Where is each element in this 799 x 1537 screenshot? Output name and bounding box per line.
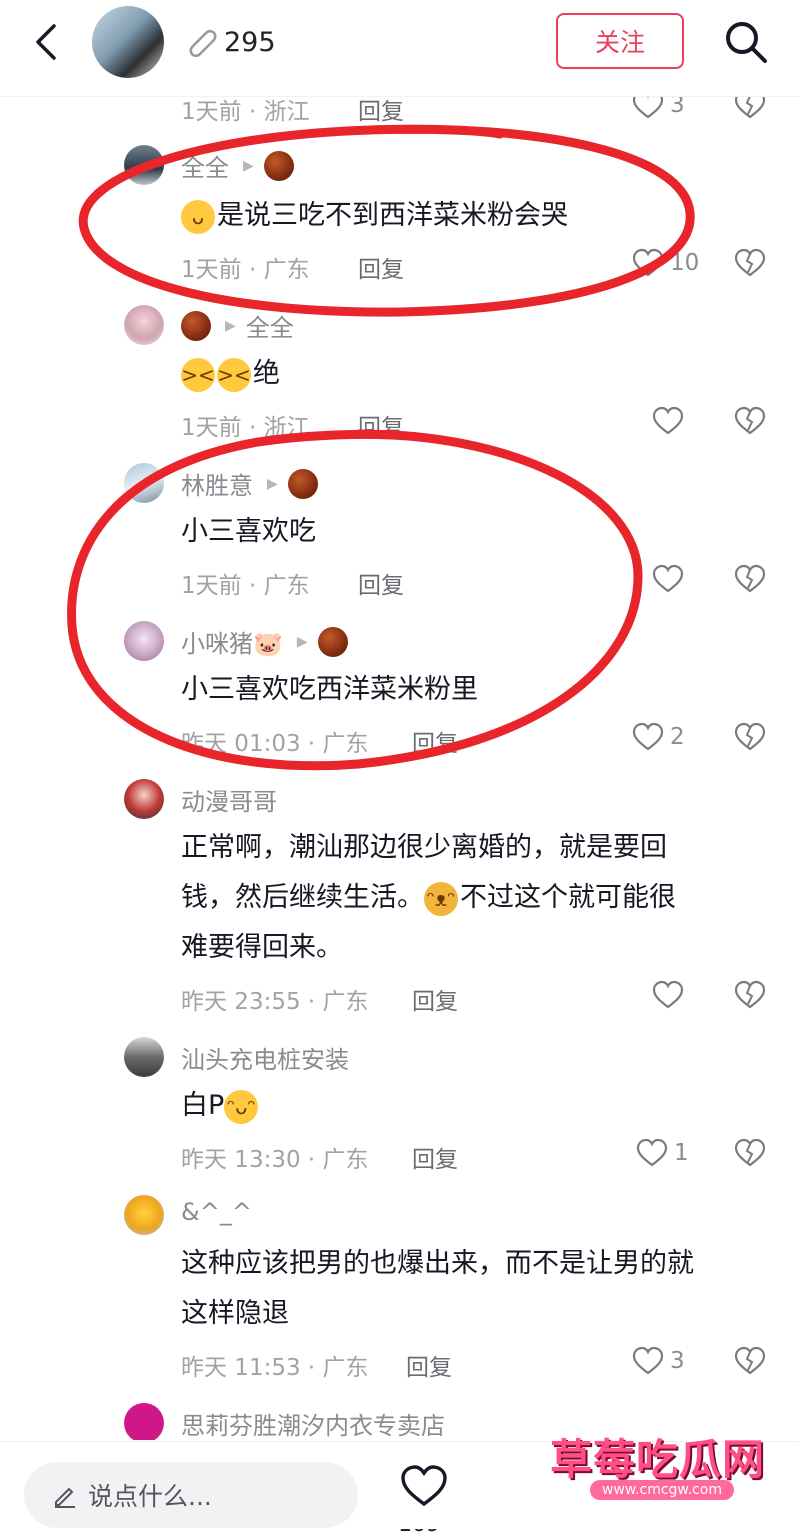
heart-icon [652, 564, 684, 593]
avatar[interactable] [124, 621, 164, 661]
clip-count: 295 [186, 22, 276, 62]
like-button[interactable] [652, 406, 690, 436]
username[interactable]: 汕头充电桩安装 [181, 1040, 349, 1075]
comment-input[interactable]: 说点什么... [24, 1462, 358, 1528]
dislike-icon[interactable] [734, 248, 766, 278]
crying-laughing-emoji-icon: >< [181, 357, 215, 392]
dislike-icon[interactable] [734, 1138, 766, 1168]
reply-button[interactable]: 回复 [358, 92, 404, 126]
comment-text: 小三喜欢吃 [181, 516, 316, 547]
like-button[interactable]: 2 [632, 722, 685, 752]
chestnut-icon [317, 626, 348, 657]
comment-text: 小三喜欢吃西洋菜米粉里 [181, 674, 478, 705]
avatar[interactable] [124, 145, 164, 185]
comment-text-line: 这种应该把男的也爆出来，而不是让男的就 [181, 1248, 694, 1279]
paperclip-icon [189, 29, 217, 58]
laughing-emoji-icon: ᴗ [181, 199, 215, 234]
smile-emoji-icon: ᵔᴗᵔ [224, 1089, 259, 1124]
heart-icon [652, 980, 684, 1009]
comment-text-line: 这样隐退 [181, 1298, 289, 1329]
heart-icon [652, 406, 684, 435]
dislike-icon[interactable] [734, 722, 766, 752]
like-count: 10 [670, 250, 700, 276]
comment-text-line: 正常啊，潮汕那边很少离婚的，就是要回 [181, 832, 667, 863]
pencil-icon [55, 1487, 75, 1508]
author-avatar[interactable] [92, 6, 164, 78]
comment-text-line: 难要得回来。 [181, 932, 343, 963]
watermark-logo: 草莓吃瓜网 www.cmcgw.com [550, 1435, 766, 1500]
reply-button[interactable]: 回复 [358, 250, 404, 284]
username[interactable]: &^_^ [181, 1198, 252, 1226]
reply-button[interactable]: 回复 [412, 982, 458, 1016]
like-button[interactable]: 1 [636, 1138, 689, 1168]
username[interactable]: 林胜意 ▶ [181, 466, 318, 501]
like-count: 1 [674, 1140, 689, 1166]
reply-button[interactable]: 回复 [412, 724, 458, 758]
dislike-icon[interactable] [734, 564, 766, 594]
search-icon[interactable] [722, 18, 770, 66]
comment-meta: 昨天 13:30 · 广东 [181, 1147, 369, 1173]
like-count: 3 [670, 1348, 685, 1374]
reply-button[interactable]: 回复 [358, 566, 404, 600]
follow-button[interactable]: 关注 [556, 13, 684, 69]
dislike-icon[interactable] [734, 1346, 766, 1376]
comment-meta: 昨天 11:53 · 广东 [181, 1355, 369, 1381]
like-button[interactable]: 10 [632, 248, 699, 278]
dislike-icon[interactable] [734, 980, 766, 1010]
avatar[interactable] [124, 779, 164, 819]
comment-meta: 1天前 · 浙江 [181, 415, 310, 441]
reply-button[interactable]: 回复 [412, 1140, 458, 1174]
username[interactable]: 全全 ▶ [181, 148, 294, 183]
comment-meta: 昨天 01:03 · 广东 [181, 731, 369, 757]
dislike-icon[interactable] [734, 406, 766, 436]
avatar[interactable] [124, 1037, 164, 1077]
chestnut-icon [181, 310, 211, 341]
dog-emoji-icon: ᵔᴥᵔ [424, 881, 458, 916]
crying-laughing-emoji-icon: >< [217, 357, 251, 392]
chestnut-icon [263, 150, 294, 181]
avatar[interactable] [124, 305, 164, 345]
comment-list[interactable]: 1天前 · 浙江 回复 3 全全 ▶ ᴗ 是说三吃不到西洋菜米粉会哭 1天前 · 广… [0, 0, 799, 1440]
reply-button[interactable]: 回复 [358, 408, 404, 442]
heart-icon [632, 1346, 664, 1375]
comment-text: ᴗ 是说三吃不到西洋菜米粉会哭 [181, 192, 568, 240]
avatar[interactable] [124, 1195, 164, 1235]
top-bar: 295 关注 [0, 0, 799, 97]
username[interactable]: 动漫哥哥 [181, 782, 277, 817]
like-button[interactable] [652, 564, 690, 594]
heart-icon [636, 1138, 668, 1167]
comment-text: 白P ᵔᴗᵔ [181, 1082, 260, 1130]
like-button[interactable]: 3 [632, 1346, 685, 1376]
comment-meta: 1天前 · 广东 [181, 257, 310, 283]
comment-text: >< >< 绝 [181, 350, 280, 398]
back-arrow-icon[interactable] [28, 20, 68, 64]
username[interactable]: 思莉芬胜潮汐内衣专卖店 [181, 1406, 445, 1440]
heart-icon [632, 248, 664, 277]
username[interactable]: 小咪猪🐷 ▶ [181, 624, 348, 659]
comment-meta: 1天前 · 广东 [181, 573, 310, 599]
comment-meta: 1天前 · 浙江 [181, 99, 310, 125]
comment-meta: 昨天 23:55 · 广东 [181, 989, 369, 1015]
avatar[interactable] [124, 463, 164, 503]
like-icon[interactable] [400, 1464, 448, 1508]
reply-button[interactable]: 回复 [406, 1348, 452, 1382]
comment-text-line: 钱，然后继续生活。 ᵔᴥᵔ 不过这个就可能很 [181, 874, 676, 922]
like-count: 2 [670, 724, 685, 750]
heart-icon [632, 722, 664, 751]
avatar[interactable] [124, 1403, 164, 1440]
like-button[interactable] [652, 980, 690, 1010]
chestnut-icon [287, 468, 318, 499]
username[interactable]: ▶ 全全 [181, 308, 294, 343]
